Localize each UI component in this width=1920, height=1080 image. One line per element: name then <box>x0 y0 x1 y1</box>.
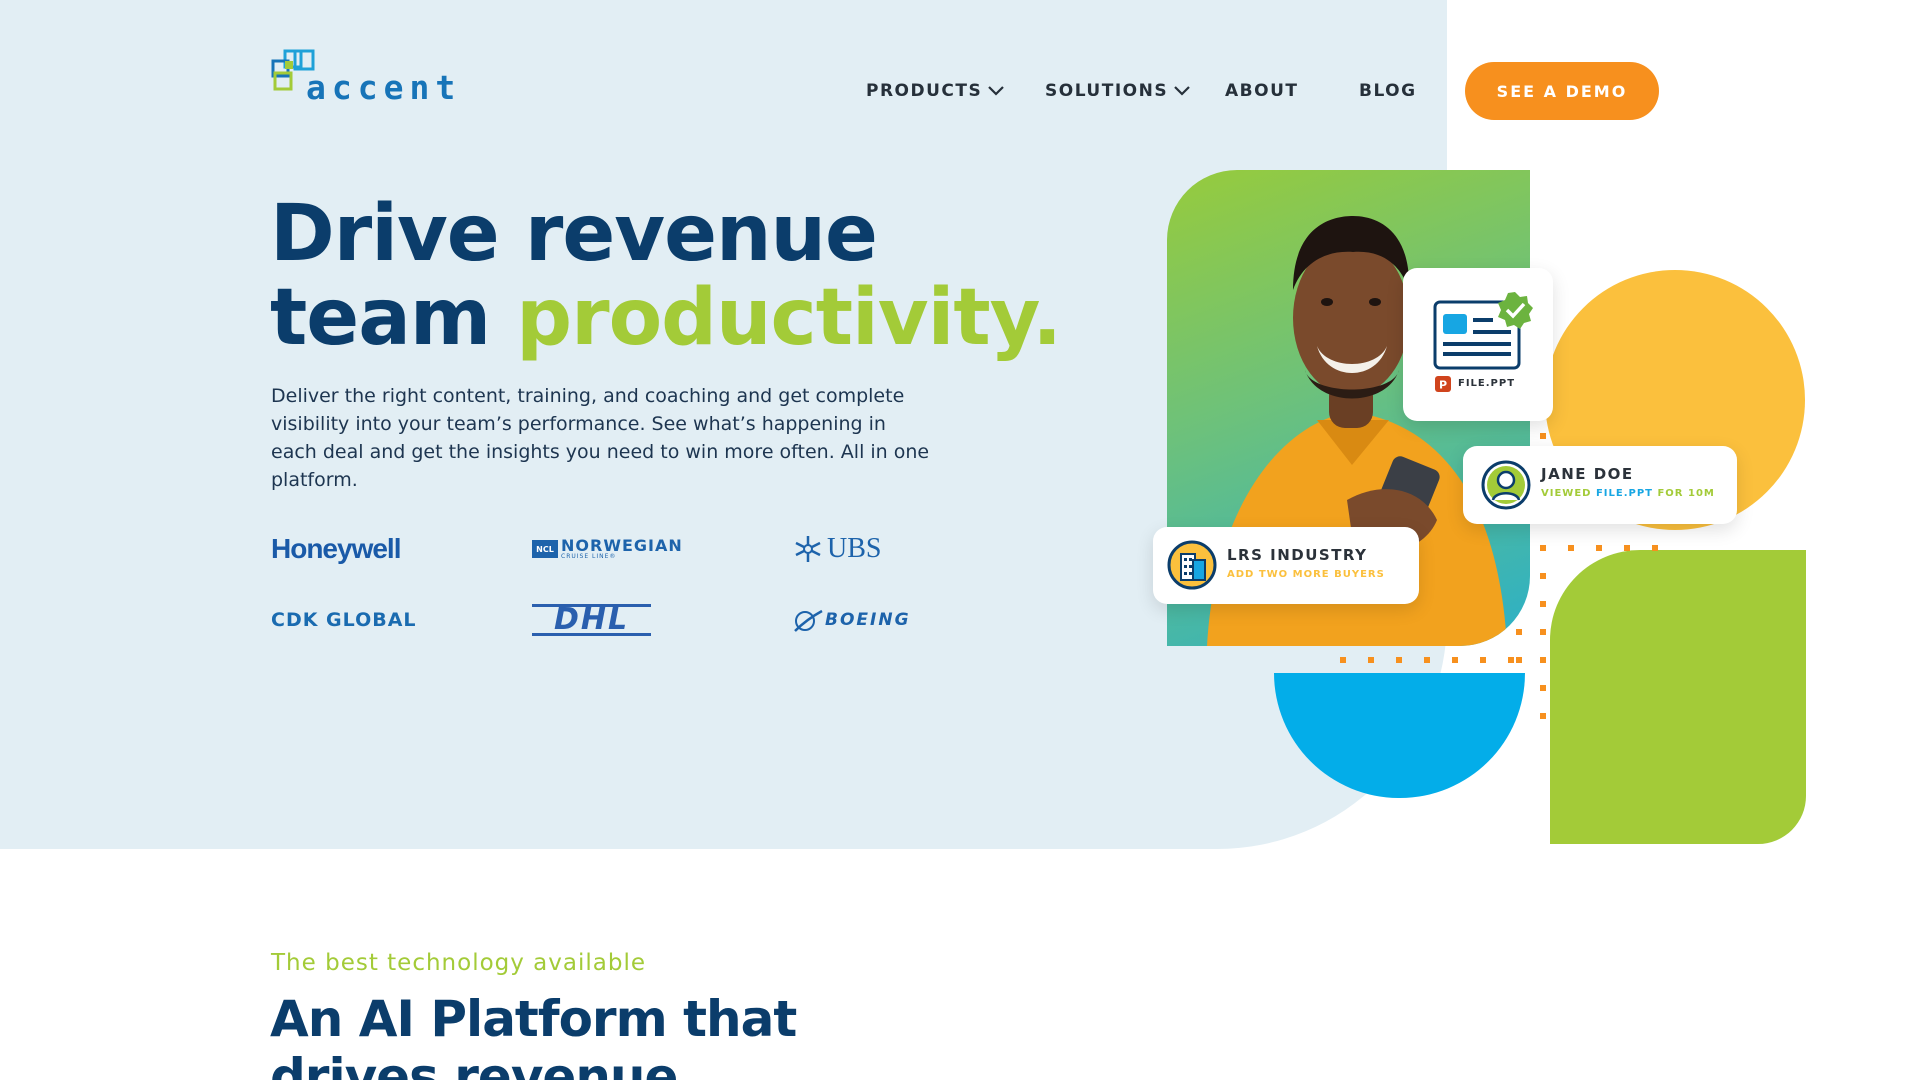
nav-products[interactable]: PRODUCTS <box>866 78 1005 104</box>
svg-text:P: P <box>1439 379 1447 392</box>
chevron-down-icon <box>988 86 1005 96</box>
jane-viewed-duration: FOR 10M <box>1652 488 1715 499</box>
nav-solutions-label: SOLUTIONS <box>1045 81 1169 101</box>
cdk-wordmark: CDK GLOBAL <box>271 609 417 631</box>
jane-doe-activity: VIEWED FILE.PPT FOR 10M <box>1541 488 1715 499</box>
building-icon <box>1167 540 1217 590</box>
ncl-wordmark: NORWEGIAN <box>561 536 683 555</box>
jane-viewed-file: FILE.PPT <box>1595 488 1653 499</box>
check-badge-icon <box>1498 292 1533 329</box>
see-a-demo-button[interactable]: SEE A DEMO <box>1465 62 1659 120</box>
ubs-wordmark: UBS <box>827 533 882 564</box>
nav-about-label: ABOUT <box>1225 81 1299 101</box>
file-card: P FILE.PPT <box>1403 268 1553 421</box>
dhl-logo: DHL <box>532 601 652 639</box>
lrs-industry-action: ADD TWO MORE BUYERS <box>1227 569 1385 580</box>
jane-doe-name: JANE DOE <box>1541 465 1634 483</box>
boeing-logo: BOEING <box>793 601 911 639</box>
section-title: An AI Platform that drives revenue <box>270 990 797 1080</box>
nav-blog[interactable]: BLOG <box>1359 78 1417 104</box>
user-avatar-icon <box>1481 460 1531 510</box>
hero-headline: Drive revenue team productivity. <box>270 189 1062 363</box>
accent-logo[interactable]: accent <box>271 49 461 111</box>
nav-about[interactable]: ABOUT <box>1225 78 1298 104</box>
ncl-badge: NCL <box>532 540 558 558</box>
file-card-label: FILE.PPT <box>1458 378 1516 389</box>
jane-doe-activity-card: JANE DOE VIEWED FILE.PPT FOR 10M <box>1463 446 1737 524</box>
chevron-down-icon <box>1174 86 1190 96</box>
jane-viewed-text: VIEWED <box>1541 488 1596 499</box>
boeing-wordmark: BOEING <box>825 610 911 630</box>
norwegian-cruise-line-logo: NCL NORWEGIAN CRUISE LINE® <box>532 530 683 568</box>
nav-solutions[interactable]: SOLUTIONS <box>1045 78 1190 104</box>
section-eyebrow: The best technology available <box>271 950 646 976</box>
ncl-subline: CRUISE LINE® <box>561 553 617 560</box>
hero-headline-line1: Drive revenue <box>270 189 878 279</box>
honeywell-logo: Honeywell <box>271 530 401 568</box>
honeywell-wordmark: Honeywell <box>271 533 401 564</box>
ubs-logo: UBS <box>793 530 881 568</box>
boeing-symbol-icon <box>794 609 823 632</box>
cdk-global-logo: CDK GLOBAL <box>271 601 417 639</box>
dhl-wordmark: DHL <box>532 604 652 636</box>
hero-headline-highlight: productivity. <box>516 273 1062 363</box>
lrs-industry-card: LRS INDUSTRY ADD TWO MORE BUYERS <box>1153 527 1419 604</box>
lrs-industry-name: LRS INDUSTRY <box>1227 546 1368 564</box>
nav-products-label: PRODUCTS <box>866 81 983 101</box>
logo-wordmark: accent <box>306 68 462 107</box>
hero-description: Deliver the right content, training, and… <box>271 385 930 491</box>
powerpoint-icon: P <box>1435 376 1451 392</box>
ubs-keys-icon <box>795 536 821 562</box>
nav-blog-label: BLOG <box>1359 81 1417 101</box>
hero-headline-line2-prefix: team <box>270 273 517 363</box>
